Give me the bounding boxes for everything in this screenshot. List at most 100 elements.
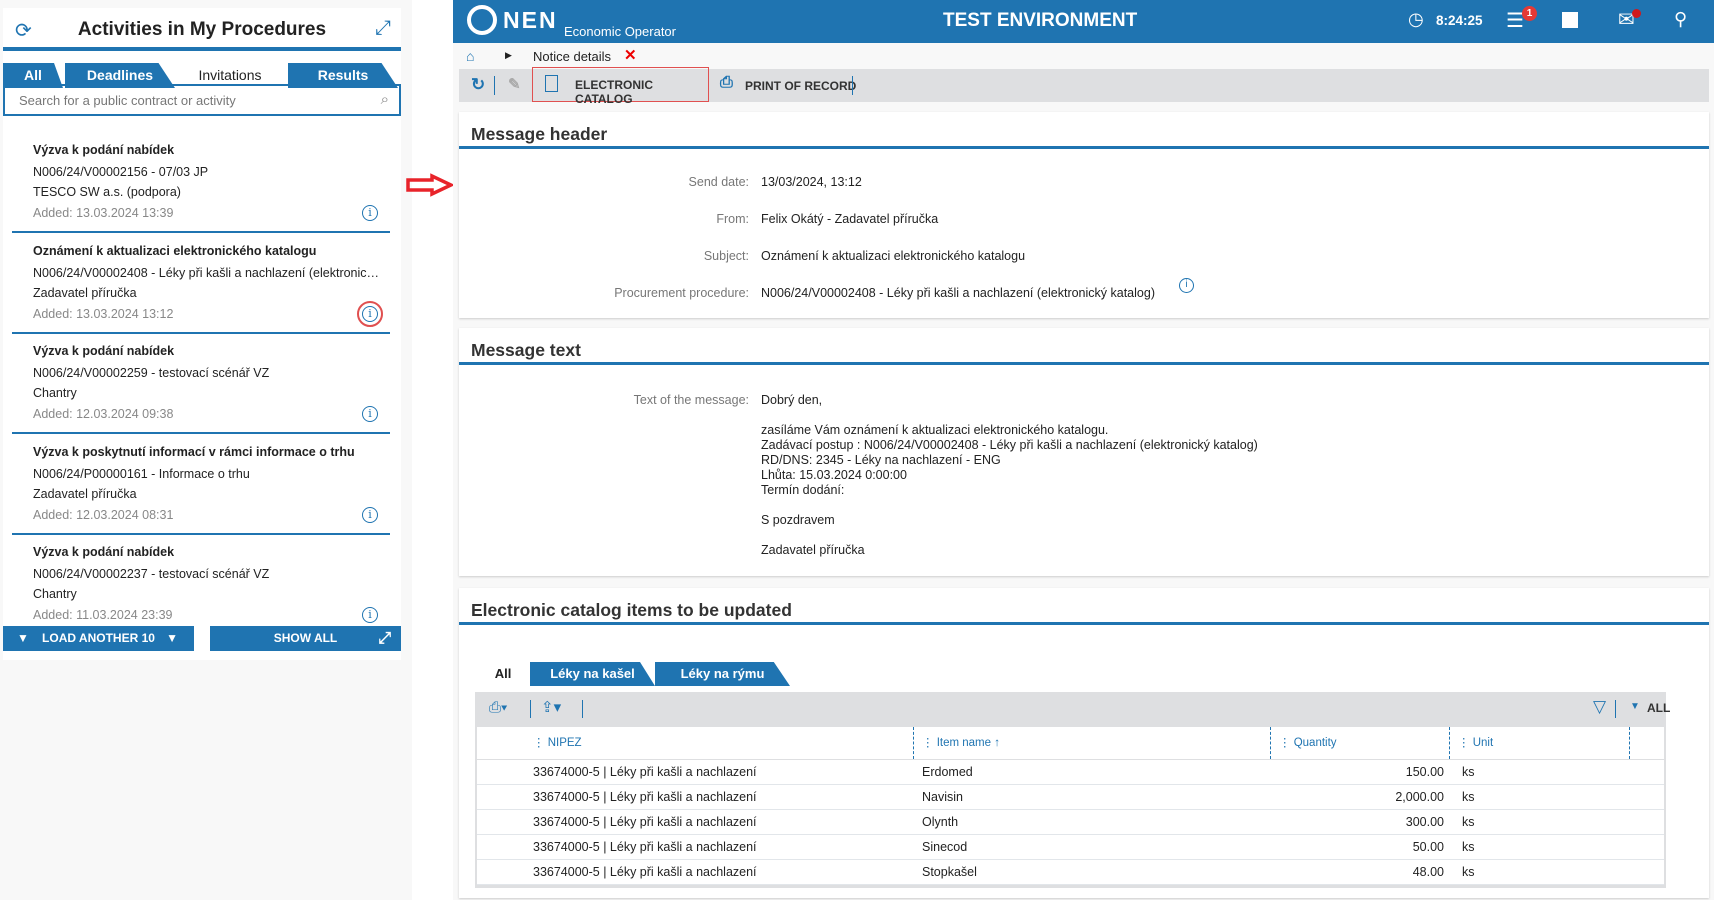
close-icon[interactable]: ✕: [624, 46, 637, 64]
activity-title: Oznámení k aktualizaci elektronického ka…: [33, 243, 317, 258]
activity-item[interactable]: Výzva k podání nabídek N006/24/V00002259…: [12, 334, 390, 434]
cell-unit: ks: [1462, 815, 1475, 829]
field-value: N006/24/V00002408 - Léky při kašli a nac…: [761, 286, 1155, 300]
column-label: Unit: [1472, 737, 1494, 749]
activity-added-date: Added: 12.03.2024 08:31: [33, 507, 174, 522]
activity-item[interactable]: Výzva k podání nabídek N006/24/V00002237…: [12, 535, 390, 635]
cell-unit: ks: [1462, 765, 1475, 779]
column-header-nipez[interactable]: ⋮ NIPEZ: [477, 727, 914, 759]
top-header: NEN Economic Operator TEST ENVIRONMENT ◷…: [453, 0, 1714, 43]
cell-item-name: Stopkašel: [922, 865, 977, 879]
column-label: Item name: [936, 737, 992, 749]
toolbar: ↻ ✎ ELECTRONIC CATALOG ⎙ PRINT OF RECORD: [459, 67, 1709, 106]
section-title: Electronic catalog items to be updated: [471, 600, 792, 620]
electronic-catalog-button[interactable]: ELECTRONIC CATALOG: [532, 67, 709, 106]
print-of-record-button[interactable]: PRINT OF RECORD: [745, 79, 856, 93]
activity-added-date: Added: 13.03.2024 13:39: [33, 206, 174, 220]
logo-text[interactable]: NEN: [503, 7, 558, 34]
info-icon[interactable]: i: [362, 406, 378, 422]
cell-nipez: 33674000-5 | Léky při kašli a nachlazení: [533, 765, 757, 779]
cell-item-name: Erdomed: [922, 765, 973, 779]
nen-logo-icon: [467, 5, 497, 35]
column-header-quantity[interactable]: ⋮ Quantity: [1271, 727, 1450, 759]
section-title: Message header: [471, 124, 608, 144]
session-time: 8:24:25: [1436, 13, 1483, 28]
info-icon[interactable]: i: [362, 607, 378, 623]
load-another-button[interactable]: ▼ LOAD ANOTHER 10 ▼: [3, 626, 194, 651]
dropdown-arrow-icon[interactable]: ▼: [1630, 701, 1640, 712]
mail-dot: [1632, 9, 1641, 18]
cell-quantity: 150.00: [1405, 765, 1444, 779]
user-icon[interactable]: ⚲: [1674, 9, 1687, 30]
activity-title: Výzva k podání nabídek: [33, 545, 175, 559]
table-row[interactable]: 33674000-5 | Léky při kašli a nachlazení…: [477, 785, 1664, 810]
activity-title: Výzva k podání nabídek: [33, 143, 175, 157]
show-all-button[interactable]: SHOW ALL ⤢: [210, 626, 401, 651]
breadcrumb-current: Notice details: [533, 49, 612, 64]
divider: [494, 76, 495, 95]
print-dropdown-icon[interactable]: ⎙▾: [489, 699, 507, 716]
column-label: Quantity: [1293, 737, 1337, 749]
activity-item[interactable]: Výzva k poskytnutí informací v rámci inf…: [12, 435, 390, 535]
environment-label: TEST ENVIRONMENT: [943, 10, 1138, 31]
cell-item-name: Sinecod: [922, 840, 968, 854]
field-label: Text of the message:: [633, 393, 749, 407]
search-icon[interactable]: ⌕: [381, 91, 389, 108]
column-header-spacer: [1630, 727, 1664, 759]
tab-all[interactable]: All: [478, 662, 528, 686]
activity-procedure: N006/24/V00002156 - 07/03 JP: [33, 165, 209, 179]
table-row[interactable]: 33674000-5 | Léky při kašli a nachlazení…: [477, 810, 1664, 835]
catalog-grid: ⎙▾ ⇪▾ ▽ ▼ ALL ⋮ NIPEZ ⋮ Item name ↑ ⋮ Qu…: [475, 692, 1670, 888]
sort-ascending-icon: ↑: [994, 737, 1000, 749]
field-label: From:: [716, 212, 749, 226]
panel-title: Activities in My Procedures: [3, 8, 401, 51]
notification-badge: 1: [1522, 6, 1537, 21]
table-row[interactable]: 33674000-5 | Léky při kašli a nachlazení…: [477, 760, 1664, 785]
tab-leky-na-rymu[interactable]: Léky na rýmu: [655, 662, 790, 686]
info-icon[interactable]: i: [1179, 278, 1194, 293]
load-label: LOAD ANOTHER 10: [42, 631, 155, 645]
info-icon[interactable]: i: [357, 300, 383, 327]
table-row[interactable]: 33674000-5 | Léky při kašli a nachlazení…: [477, 860, 1664, 885]
divider: [852, 76, 853, 95]
activity-title: Výzva k podání nabídek: [33, 344, 175, 358]
message-header-section: Message header Send date: 13/03/2024, 13:…: [459, 112, 1709, 318]
activity-authority: Zadavatel příručka: [33, 486, 137, 501]
section-divider: [459, 622, 1709, 625]
activity-added-date: Added: 11.03.2024 23:39: [33, 608, 173, 622]
divider: [530, 700, 531, 718]
cell-nipez: 33674000-5 | Léky při kašli a nachlazení: [533, 840, 757, 854]
field-label: Subject:: [703, 249, 749, 263]
cell-quantity: 50.00: [1412, 840, 1444, 854]
printer-icon: ⎙: [720, 74, 733, 91]
cell-item-name: Navisin: [922, 790, 963, 804]
column-header-unit[interactable]: ⋮ Unit: [1450, 727, 1630, 759]
export-dropdown-icon[interactable]: ⇪▾: [541, 698, 561, 716]
activity-added-date: Added: 12.03.2024 09:38: [33, 407, 174, 421]
info-icon[interactable]: i: [362, 506, 378, 523]
cell-quantity: 2,000.00: [1395, 790, 1444, 804]
activity-authority: TESCO SW a.s. (podpora): [33, 185, 181, 199]
message-text-section: Message text Text of the message: Dobrý …: [459, 328, 1709, 576]
activity-item[interactable]: Oznámení k aktualizaci elektronického ka…: [12, 234, 390, 334]
activity-item[interactable]: Výzva k podání nabídek N006/24/V00002156…: [12, 133, 390, 233]
tab-leky-na-kasel[interactable]: Léky na kašel: [530, 662, 655, 686]
activity-added-date: Added: 13.03.2024 13:12: [33, 306, 174, 321]
filter-icon[interactable]: ▽: [1593, 697, 1606, 717]
info-icon[interactable]: i: [362, 205, 378, 221]
message-body: Dobrý den, zasíláme Vám oznámení k aktua…: [761, 393, 1258, 557]
activity-authority: Chantry: [33, 587, 77, 601]
cell-quantity: 300.00: [1405, 815, 1444, 829]
field-value: Oznámení k aktualizaci elektronického ka…: [761, 249, 1026, 263]
cell-quantity: 48.00: [1412, 865, 1444, 879]
refresh-icon[interactable]: ⟳: [15, 18, 32, 43]
expand-icon[interactable]: ⤢: [375, 17, 391, 40]
home-icon[interactable]: ⌂: [466, 48, 474, 64]
filter-all-label[interactable]: ALL: [1647, 701, 1670, 715]
table-row[interactable]: 33674000-5 | Léky při kašli a nachlazení…: [477, 835, 1664, 860]
search-input[interactable]: Search for a public contract or activity…: [3, 84, 401, 116]
column-header-item-name[interactable]: ⋮ Item name ↑: [914, 727, 1271, 759]
activity-title: Výzva k poskytnutí informací v rámci inf…: [33, 444, 355, 459]
refresh-icon[interactable]: ↻: [471, 75, 485, 95]
calendar-icon[interactable]: [1562, 12, 1578, 28]
